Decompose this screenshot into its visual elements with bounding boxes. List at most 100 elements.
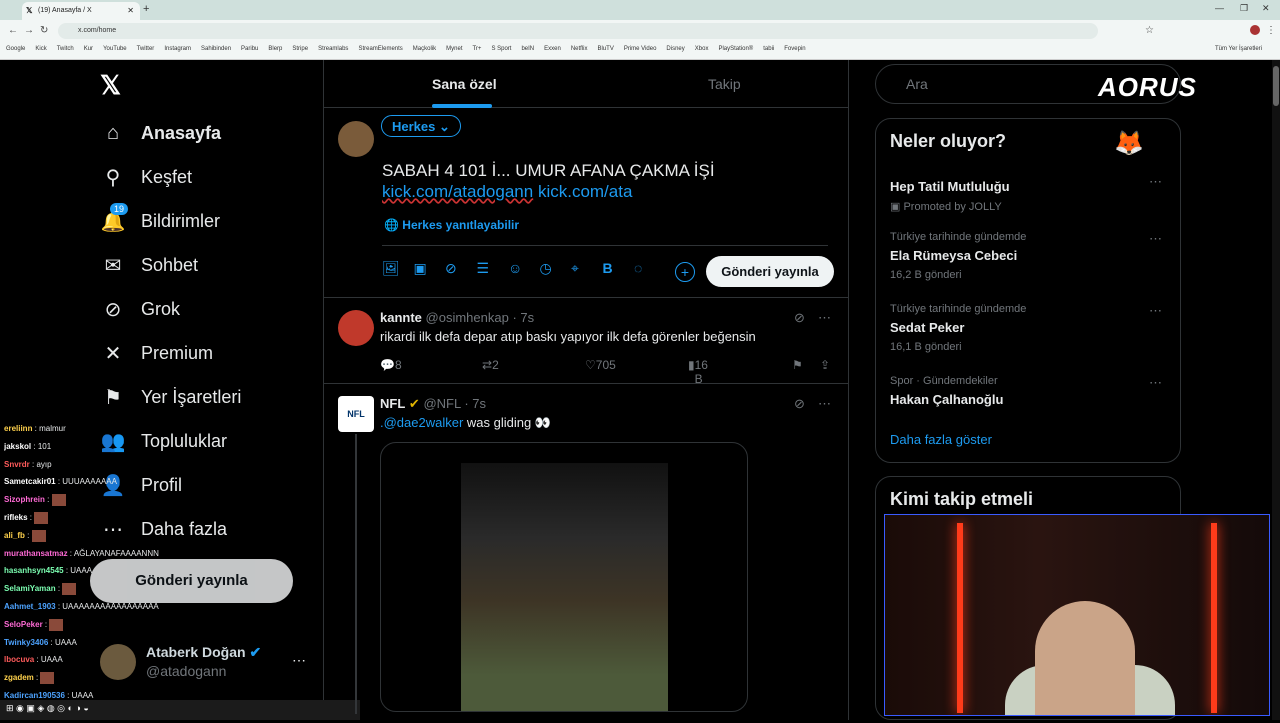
tweet-avatar[interactable] [338, 310, 374, 346]
reply-button[interactable]: 💬 8 [380, 358, 402, 372]
bookmark-item[interactable]: Twitch [57, 46, 74, 52]
composer-textarea[interactable]: SABAH 4 101 İ... UMUR AFANA ÇAKMA İŞİ ki… [382, 160, 715, 202]
sidebar-item-mail[interactable]: ✉ Sohbet [100, 250, 198, 280]
chat-message: ali_fb : [4, 527, 194, 545]
bookmark-item[interactable]: Blerp [268, 46, 282, 52]
close-tab-icon[interactable]: ✕ [127, 6, 134, 15]
bookmark-item[interactable]: Twitter [137, 46, 155, 52]
location-icon[interactable]: ⌖ [571, 260, 603, 277]
bookmark-item[interactable]: Stripe [292, 46, 308, 52]
tweet[interactable]: NFL NFL ✔ @NFL · 7s ⊘ ⋯ .@dae2walker was… [324, 384, 848, 720]
bookmark-item[interactable]: Disney [666, 46, 684, 52]
trend-item[interactable]: Hep Tatil Mutluluğu ▣ Promoted by JOLLY … [890, 174, 1170, 213]
bookmark-item[interactable]: Fovepin [784, 46, 805, 52]
more-dots-icon[interactable]: ⋯ [1149, 375, 1162, 391]
sidebar-item-bookmark[interactable]: ⚑ Yer İşaretleri [100, 382, 241, 412]
bookmark-item[interactable]: Mynet [446, 46, 462, 52]
more-dots-icon[interactable]: ⋯ [818, 310, 831, 326]
bookmark-item[interactable]: BluTV [598, 46, 614, 52]
more-dots-icon[interactable]: ⋯ [1149, 231, 1162, 247]
scrollbar-thumb[interactable] [1273, 66, 1279, 106]
maximize-icon[interactable]: ❐ [1240, 3, 1248, 14]
url-input[interactable]: x.com/home [58, 23, 1098, 39]
views-button[interactable]: ▮ 16 B [688, 358, 708, 386]
chat-emote-icon [40, 672, 55, 685]
repost-button[interactable]: ⇄ 2 [482, 358, 499, 372]
emoji-icon[interactable]: ☺ [508, 260, 540, 276]
bookmark-item[interactable]: Google [6, 46, 25, 52]
bookmark-star-icon[interactable]: ☆ [1145, 25, 1154, 36]
tweet-author[interactable]: kannte [380, 310, 422, 325]
sidebar-item-grok[interactable]: ⊘ Grok [100, 294, 180, 324]
scrollbar[interactable] [1272, 60, 1280, 720]
bookmark-item[interactable]: Sahibinden [201, 46, 231, 52]
bookmark-item[interactable]: Exxen [544, 46, 561, 52]
sidebar-item-x-premium[interactable]: ✕ Premium [100, 338, 213, 368]
more-dots-icon[interactable]: ⋯ [1149, 303, 1162, 319]
image-icon[interactable]: 🖼 [382, 260, 414, 277]
bookmark-item[interactable]: Prime Video [624, 46, 657, 52]
schedule-icon[interactable]: ◷ [540, 260, 572, 277]
bookmark-item[interactable]: Paribu [241, 46, 258, 52]
tab-following[interactable]: Takip [708, 76, 741, 92]
post-button[interactable]: Gönderi yayınla [706, 256, 834, 287]
browser-profile-avatar[interactable] [1250, 25, 1260, 35]
chat-text: ayıp [36, 459, 52, 469]
gif-icon[interactable]: ▣ [414, 260, 446, 277]
new-tab-icon[interactable]: + [143, 3, 149, 15]
share-icon[interactable]: ⇪ [820, 358, 830, 372]
sidebar-item-search[interactable]: ⚲ Keşfet [100, 162, 192, 192]
reload-icon[interactable]: ↻ [40, 25, 48, 36]
x-logo-icon[interactable]: 𝕏 [100, 70, 121, 101]
more-dots-icon[interactable]: ⋯ [292, 652, 306, 669]
more-dots-icon[interactable]: ⋯ [1149, 174, 1162, 190]
close-window-icon[interactable]: ✕ [1262, 3, 1270, 14]
bookmark-item[interactable]: StreamElements [358, 46, 402, 52]
minimize-icon[interactable]: — [1215, 3, 1224, 13]
show-more-link[interactable]: Daha fazla göster [890, 432, 992, 447]
grok-icon[interactable]: ⊘ [794, 310, 805, 326]
bold-icon[interactable]: B [603, 260, 635, 276]
bookmark-item[interactable]: Kick [35, 46, 46, 52]
add-post-icon[interactable]: + [675, 262, 695, 282]
like-button[interactable]: ♡ 705 [585, 358, 616, 372]
trend-item[interactable]: Türkiye tarihinde gündemde Sedat Peker 1… [890, 303, 1170, 353]
bookmark-item[interactable]: Xbox [695, 46, 709, 52]
bookmark-item[interactable]: PlayStation® [718, 46, 753, 52]
grok-icon[interactable]: ⊘ [445, 260, 477, 277]
thread-line [355, 434, 357, 714]
grok-icon[interactable]: ⊘ [794, 396, 805, 412]
bookmark-item[interactable]: Instagram [164, 46, 191, 52]
tweet-mention[interactable]: .@dae2walker [380, 415, 463, 430]
bookmark-item[interactable]: beIN [521, 46, 534, 52]
nfl-avatar[interactable]: NFL [338, 396, 374, 432]
tweet-author[interactable]: NFL [380, 396, 405, 411]
bookmark-item[interactable]: YouTube [103, 46, 127, 52]
tab-for-you[interactable]: Sana özel [432, 76, 497, 92]
trend-item[interactable]: Spor · Gündemdekiler Hakan Çalhanoğlu ⋯ [890, 375, 1170, 407]
sidebar-item-home[interactable]: ⌂ Anasayfa [100, 118, 221, 148]
bookmark-item[interactable]: tabii [763, 46, 774, 52]
tweet[interactable]: kannte @osimhenkap · 7s ⊘ ⋯ rikardi ilk … [324, 298, 848, 386]
poll-icon[interactable]: ☰ [477, 260, 509, 277]
trend-item[interactable]: Türkiye tarihinde gündemde Ela Rümeysa C… [890, 231, 1170, 281]
browser-tab[interactable]: 𝕏 (19) Anasayfa / X ✕ [22, 2, 140, 20]
more-dots-icon[interactable]: ⋯ [818, 396, 831, 412]
forward-icon[interactable]: → [24, 25, 34, 36]
video-frame[interactable] [461, 463, 668, 711]
bookmark-item[interactable]: Tr+ [472, 46, 481, 52]
tweet-video[interactable] [380, 442, 748, 712]
bookmark-item[interactable]: Kur [84, 46, 93, 52]
browser-menu-icon[interactable]: ⋮ [1266, 25, 1276, 36]
bookmark-item[interactable]: S Sport [491, 46, 511, 52]
bookmark-item[interactable]: Streamlabs [318, 46, 348, 52]
all-bookmarks-link[interactable]: Tüm Yer İşaretleri [1215, 46, 1262, 52]
reply-setting[interactable]: 🌐 Herkes yanıtlayabilir [384, 218, 519, 232]
back-icon[interactable]: ← [8, 25, 18, 36]
bookmark-item[interactable]: Netflix [571, 46, 588, 52]
sidebar-item-bell[interactable]: 🔔 19 Bildirimler [100, 202, 220, 236]
bookmark-item[interactable]: Maçkolik [413, 46, 436, 52]
composer-toolbar: 🖼 ▣ ⊘ ☰ ☺ ◷ ⌖ B ◌ [382, 260, 666, 277]
bookmark-icon[interactable]: ⚑ [792, 358, 803, 372]
audience-selector[interactable]: Herkes ⌄ [381, 115, 461, 137]
